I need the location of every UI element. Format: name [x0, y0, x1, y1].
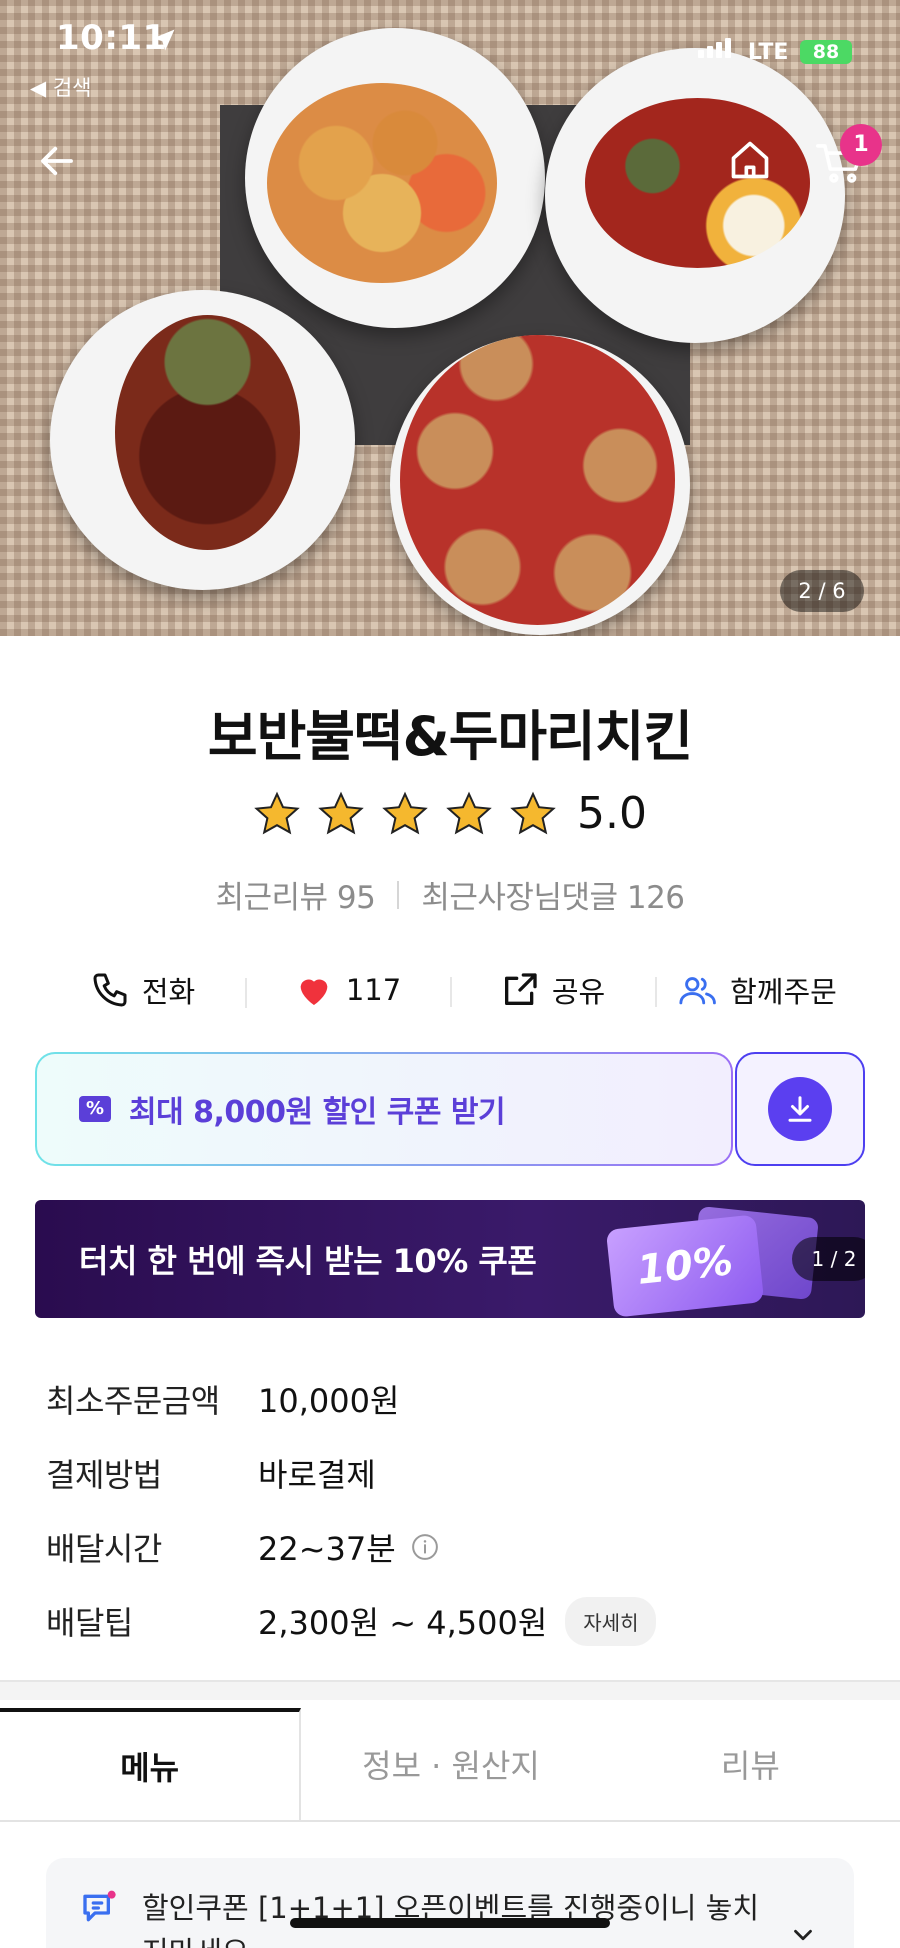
tab-info-origin[interactable]: 정보 · 원산지: [301, 1708, 600, 1820]
group-users-icon: [679, 977, 716, 1005]
info-label: 배달팁: [46, 1604, 133, 1642]
promo-banner-text: 터치 한 번에 즉시 받는 10% 쿠폰: [79, 1242, 537, 1280]
info-row-delivery-tip: 배달팁 2,300원 ~ 4,500원 자세히: [46, 1584, 866, 1658]
share-icon: [504, 973, 537, 1005]
image-counter: 2 / 6: [780, 570, 864, 612]
store-notice[interactable]: 할인쿠폰 [1+1+1] 오픈이벤트를 진행중이니 놓치지마세요: [46, 1858, 854, 1948]
info-value: 2,300원 ~ 4,500원: [258, 1604, 548, 1642]
divider: [397, 880, 400, 909]
coupon-ticket-icon: %: [79, 1096, 111, 1122]
star-icon: [510, 791, 556, 834]
star-icon: [382, 791, 428, 834]
back-to-app-link[interactable]: ◀ 검색: [30, 72, 91, 102]
coupon-download[interactable]: % 최대 8,000원 할인 쿠폰 받기: [35, 1052, 865, 1166]
like-count: 117: [345, 973, 402, 1007]
tab-menu[interactable]: 메뉴: [0, 1708, 302, 1820]
coupon-label: 최대 8,000원 할인 쿠폰 받기: [129, 1095, 506, 1130]
info-circle-icon[interactable]: [410, 1532, 440, 1562]
home-indicator: [290, 1918, 610, 1928]
star-icon: [446, 791, 492, 834]
review-stats: 최근리뷰 95 최근사장님댓글 126: [0, 872, 900, 917]
food-plate: [50, 290, 355, 590]
signal-icon: [698, 36, 731, 58]
info-label: 최소주문금액: [46, 1382, 220, 1420]
notice-text: 할인쿠폰 [1+1+1] 오픈이벤트를 진행중이니 놓치지마세요: [142, 1891, 760, 1948]
info-row-payment: 결제방법 바로결제: [46, 1436, 866, 1510]
coupon-download-button[interactable]: [735, 1052, 865, 1166]
info-value-wrap: 22~37분: [258, 1524, 440, 1570]
share-label: 공유: [551, 975, 606, 1009]
food-plate: [390, 335, 690, 635]
rating-row[interactable]: 5.0: [0, 788, 900, 839]
info-value: 바로결제: [258, 1456, 376, 1494]
status-bar: 10:11 ◀ 검색 LTE 88: [0, 0, 900, 110]
call-button[interactable]: 전화: [40, 969, 245, 1011]
store-info: 최소주문금액 10,000원 결제방법 바로결제 배달시간 22~37분 배달팁…: [46, 1362, 866, 1658]
phone-icon: [93, 973, 127, 1007]
banner-counter: 1 / 2: [792, 1237, 865, 1281]
download-icon: [788, 1096, 812, 1122]
star-icon: [254, 791, 300, 834]
store-tabs: 메뉴 정보 · 원산지 리뷰: [0, 1708, 900, 1822]
chevron-down-icon[interactable]: [788, 1920, 818, 1948]
rating-value: 5.0: [577, 788, 647, 839]
tab-review[interactable]: 리뷰: [601, 1708, 900, 1820]
info-value: 10,000원: [258, 1382, 400, 1420]
store-name: 보반불떡&두마리치킨: [207, 705, 693, 768]
group-order-label: 함께주문: [730, 975, 837, 1009]
info-row-delivery-time: 배달시간 22~37분: [46, 1510, 866, 1584]
info-label: 배달시간: [46, 1530, 162, 1568]
network-label: LTE: [748, 40, 789, 65]
group-order-button[interactable]: 함께주문: [655, 969, 860, 1011]
recent-reviews-link[interactable]: 최근리뷰 95: [215, 872, 375, 917]
heart-icon: [300, 979, 328, 1005]
location-arrow-icon: [153, 29, 175, 51]
owner-replies-link[interactable]: 최근사장님댓글 126: [421, 872, 685, 917]
share-button[interactable]: 공유: [450, 969, 655, 1011]
cart-count-badge: 1: [840, 124, 882, 166]
store-actions: 전화 117 공유 함께주문: [40, 958, 860, 1022]
info-label: 결제방법: [46, 1456, 162, 1494]
info-row-min-order: 최소주문금액 10,000원: [46, 1362, 866, 1436]
battery-indicator: 88: [800, 40, 852, 64]
section-divider: [0, 1680, 900, 1700]
like-button[interactable]: 117: [245, 970, 450, 1010]
star-icon: [318, 791, 364, 834]
store-hero-image[interactable]: 10:11 ◀ 검색 LTE 88 1 2 / 6: [0, 0, 900, 636]
delivery-tip-detail-button[interactable]: 자세히: [565, 1596, 657, 1646]
info-value-wrap: 2,300원 ~ 4,500원 자세히: [258, 1596, 657, 1646]
megaphone-icon: [83, 1890, 116, 1922]
info-value: 22~37분: [258, 1530, 396, 1568]
home-icon[interactable]: [728, 138, 772, 182]
coupon-label-area[interactable]: % 최대 8,000원 할인 쿠폰 받기: [35, 1052, 733, 1166]
promo-banner[interactable]: 터치 한 번에 즉시 받는 10% 쿠폰 10% 1 / 2: [35, 1200, 865, 1318]
back-arrow-icon[interactable]: [36, 140, 78, 182]
coupon-ticket-graphic: 10%: [605, 1214, 765, 1318]
call-label: 전화: [141, 975, 196, 1009]
